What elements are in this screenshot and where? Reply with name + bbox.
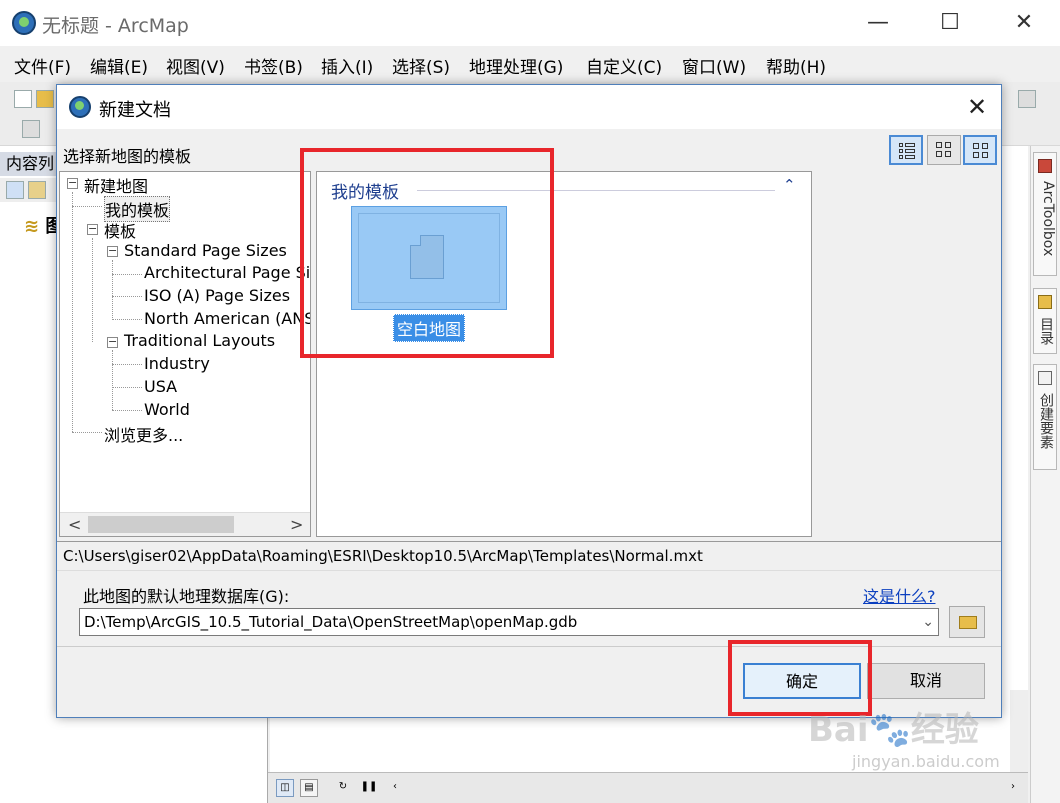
pause-icon[interactable]: ❚❚ [360,779,378,797]
dialog-title: 新建文档 [99,100,171,121]
new-document-dialog: 新建文档 ✕ 选择新地图的模板 − 新建地图 我的模板 − 模板 − Stand… [56,84,1002,718]
minimize-button[interactable]: — [860,8,896,38]
arcmap-logo-icon [69,96,91,118]
tree-node-browse-more[interactable]: 浏览更多... [104,422,183,446]
baidu-watermark: Bai🐾经验 [808,710,979,750]
large-icons-view-icon [973,143,989,159]
dock-tab-arctoolbox[interactable]: ArcToolbox [1033,152,1057,276]
dialog-subtitle: 选择新地图的模板 [63,147,192,166]
arcmap-logo-icon [12,11,36,35]
chevron-down-icon[interactable]: ⌄ [922,609,934,635]
tree-node-world[interactable]: World [144,400,190,419]
default-gdb-label: 此地图的默认地理数据库(G): [83,587,290,606]
view-small-icons-button[interactable] [927,135,961,165]
dialog-close-button[interactable]: ✕ [959,91,995,123]
scroll-right-icon[interactable]: > [290,515,303,534]
collapse-standard-page-sizes-icon[interactable]: − [107,245,118,257]
blank-document-icon [410,235,444,279]
scroll-left-icon[interactable]: < [68,515,81,534]
collapse-traditional-layouts-icon[interactable]: − [107,336,118,348]
menu-bookmarks[interactable]: 书签(B) [244,53,303,78]
tree-node-architectural[interactable]: Architectural Page Size [144,263,310,282]
menu-insert[interactable]: 插入(I) [321,53,373,78]
tree-node-traditional-layouts[interactable]: Traditional Layouts [124,331,275,350]
small-icons-view-icon [936,142,952,158]
collapse-new-map-icon[interactable]: − [67,177,78,189]
collapse-templates-icon[interactable]: − [87,223,98,235]
dock-tab-catalog[interactable]: 目录 [1033,288,1057,354]
toolbar-grip-icon[interactable] [1018,90,1036,108]
maximize-button[interactable]: ☐ [932,8,968,38]
menu-help[interactable]: 帮助(H) [766,53,826,78]
menu-view[interactable]: 视图(V) [166,53,225,78]
tree-node-new-map[interactable]: 新建地图 [84,173,148,197]
chevron-up-icon[interactable]: ⌃ [783,176,796,194]
tree-node-standard-page-sizes[interactable]: Standard Page Sizes [124,241,287,260]
toolbox-icon [1038,159,1052,173]
view-large-icons-button[interactable] [963,135,997,165]
template-path: C:\Users\giser02\AppData\Roaming\ESRI\De… [57,541,1001,571]
menu-file[interactable]: 文件(F) [14,53,71,78]
menu-edit[interactable]: 编辑(E) [90,53,148,78]
default-gdb-combobox[interactable]: D:\Temp\ArcGIS_10.5_Tutorial_Data\OpenSt… [79,608,939,636]
browse-folder-button[interactable] [949,606,985,638]
map-vertical-scrollbar[interactable] [1010,690,1028,772]
scroll-left-icon[interactable]: ‹ [386,779,404,797]
template-label-blank-map[interactable]: 空白地图 [393,314,466,342]
status-bar: ◫ ▤ ↻ ❚❚ ‹ › [268,772,1028,803]
create-features-icon [1038,371,1052,385]
layers-icon: ≋ [24,216,40,237]
template-tile-blank-map[interactable] [351,206,507,310]
menu-geoprocessing[interactable]: 地理处理(G) [469,53,563,78]
app-titlebar: 无标题 - ArcMap — ☐ ✕ [0,0,1060,46]
layout-view-icon[interactable]: ▤ [300,779,318,797]
data-view-icon[interactable]: ◫ [276,779,294,797]
details-view-icon [899,143,915,159]
tree-node-usa[interactable]: USA [144,377,177,396]
scrollbar-thumb[interactable] [88,516,234,533]
zoom-in-icon[interactable] [22,120,40,138]
tree-node-north-american[interactable]: North American (ANSI [144,309,310,328]
tree-node-industry[interactable]: Industry [144,354,210,373]
menu-selection[interactable]: 选择(S) [392,53,450,78]
ok-button[interactable]: 确定 [743,663,861,699]
right-dock: ArcToolbox 目录 创建要素 [1030,146,1060,803]
group-header-my-templates: 我的模板 [331,183,399,203]
folder-icon [959,616,977,629]
view-details-button[interactable] [889,135,923,165]
template-gallery: 我的模板 ⌃ 空白地图 [316,171,812,537]
tree-node-iso[interactable]: ISO (A) Page Sizes [144,286,290,305]
catalog-icon [1038,295,1052,309]
open-folder-icon[interactable] [36,90,54,108]
refresh-icon[interactable]: ↻ [334,779,352,797]
tree-node-templates[interactable]: 模板 [104,218,136,242]
menu-customize[interactable]: 自定义(C) [586,53,662,78]
close-button[interactable]: ✕ [1006,8,1042,38]
scroll-right-icon[interactable]: › [1004,779,1022,797]
new-document-icon[interactable] [14,90,32,108]
template-tree: − 新建地图 我的模板 − 模板 − Standard Page Sizes A… [59,171,311,537]
dialog-titlebar: 新建文档 ✕ [57,85,1001,129]
list-by-source-icon[interactable] [28,181,46,199]
baidu-watermark-url: jingyan.baidu.com [852,752,1000,771]
whats-this-link[interactable]: 这是什么? [863,583,936,607]
cancel-button[interactable]: 取消 [867,663,985,699]
menu-windows[interactable]: 窗口(W) [682,53,746,78]
menu-bar: 文件(F) 编辑(E) 视图(V) 书签(B) 插入(I) 选择(S) 地理处理… [0,46,1060,82]
default-gdb-value: D:\Temp\ArcGIS_10.5_Tutorial_Data\OpenSt… [84,613,578,631]
tree-horizontal-scrollbar[interactable]: < > [60,512,310,536]
dock-tab-create-features[interactable]: 创建要素 [1033,364,1057,470]
app-title: 无标题 - ArcMap [42,15,189,37]
list-by-drawing-order-icon[interactable] [6,181,24,199]
